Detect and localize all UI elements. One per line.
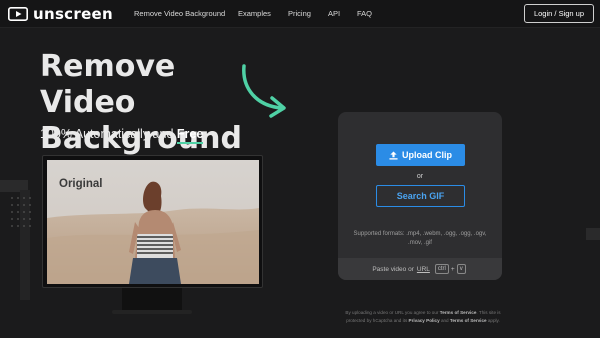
search-gif-button[interactable]: Search GIF	[376, 185, 465, 207]
terms-of-service-link-2[interactable]: Terms of Service	[450, 318, 487, 323]
monitor-stand	[122, 288, 182, 312]
terms-of-service-link[interactable]: Terms of Service	[440, 310, 477, 315]
privacy-policy-link[interactable]: Privacy Policy	[409, 318, 440, 323]
nav-link-remove-video-background[interactable]: Remove Video Background	[134, 9, 225, 18]
brand-logo[interactable]: unscreen	[8, 5, 113, 23]
v-key: v	[456, 264, 466, 274]
paste-bar: Paste video or URL ctrl + v	[338, 258, 502, 280]
legal-text: By uploading a video or URL you agree to…	[336, 309, 510, 325]
upload-clip-label: Upload Clip	[402, 150, 452, 160]
paste-text: Paste video or	[372, 265, 414, 273]
nav-link-examples[interactable]: Examples	[238, 9, 271, 18]
nav-link-pricing[interactable]: Pricing	[288, 9, 311, 18]
nav-link-api[interactable]: API	[328, 9, 340, 18]
key-plus: +	[450, 265, 455, 273]
play-logo-icon	[8, 7, 28, 21]
decorative-block-right	[586, 228, 600, 240]
supported-formats-text: Supported formats: .mp4, .webm, .ogg, .o…	[353, 231, 487, 246]
legal-line2-suffix: apply.	[486, 318, 500, 323]
legal-line1: By uploading a video or URL you agree to…	[345, 310, 440, 315]
or-separator: or	[416, 173, 424, 180]
legal-line2: protected by hCaptcha and its	[346, 318, 409, 323]
paste-url-link[interactable]: URL	[417, 266, 430, 273]
hero-subtitle-text: 100% Automatically and	[40, 127, 177, 141]
hero-subtitle: 100% Automatically and Free	[40, 127, 204, 144]
upload-icon	[389, 150, 398, 160]
navbar: unscreen Remove Video Background Example…	[0, 0, 600, 28]
brand-name: unscreen	[33, 5, 113, 23]
preview-monitor: Original	[42, 155, 263, 288]
monitor-base	[112, 310, 192, 314]
curved-arrow-icon	[242, 64, 286, 118]
upload-clip-button[interactable]: Upload Clip	[376, 144, 465, 166]
upload-panel[interactable]: Upload Clip or Search GIF Supported form…	[338, 112, 502, 280]
preview-video[interactable]: Original	[47, 160, 259, 284]
nav-link-faq[interactable]: FAQ	[357, 9, 372, 18]
ctrl-key: ctrl	[434, 264, 449, 274]
legal-line1-suffix: . This site is	[476, 310, 501, 315]
legal-and: and	[439, 318, 450, 323]
preview-original-label: Original	[59, 178, 103, 190]
login-signup-button[interactable]: Login / Sign up	[524, 4, 594, 23]
dot-pattern	[11, 197, 31, 227]
hero-subtitle-free: Free	[176, 127, 204, 144]
